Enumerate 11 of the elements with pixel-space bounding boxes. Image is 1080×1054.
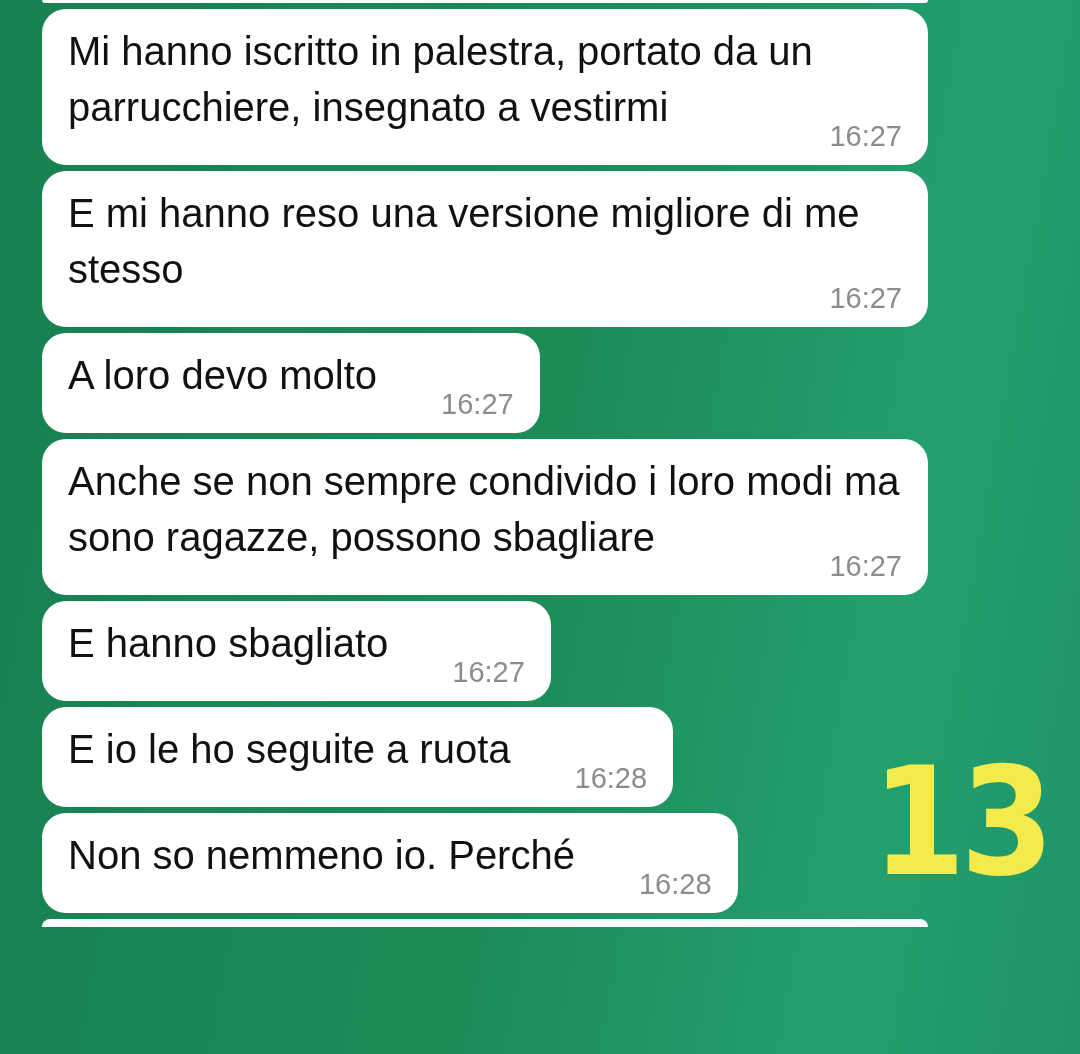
- message-text: Mi hanno iscritto in palestra, portato da un parrucchiere, insegnato a vestirmi: [68, 29, 813, 129]
- message-text: E io le ho seguite a ruota: [68, 727, 511, 771]
- message-time: 16:28: [574, 763, 648, 793]
- message-time: 16:27: [829, 121, 902, 151]
- message-time: 16:28: [638, 869, 712, 899]
- message-text: A loro devo molto: [68, 353, 378, 397]
- message-text: E hanno sbagliato: [68, 621, 389, 665]
- message-text: Non so nemmeno io. Perché: [68, 833, 575, 877]
- annotation-number: 13: [871, 735, 1049, 909]
- message-time: 16:27: [452, 657, 525, 687]
- message-time: 16:27: [441, 389, 514, 419]
